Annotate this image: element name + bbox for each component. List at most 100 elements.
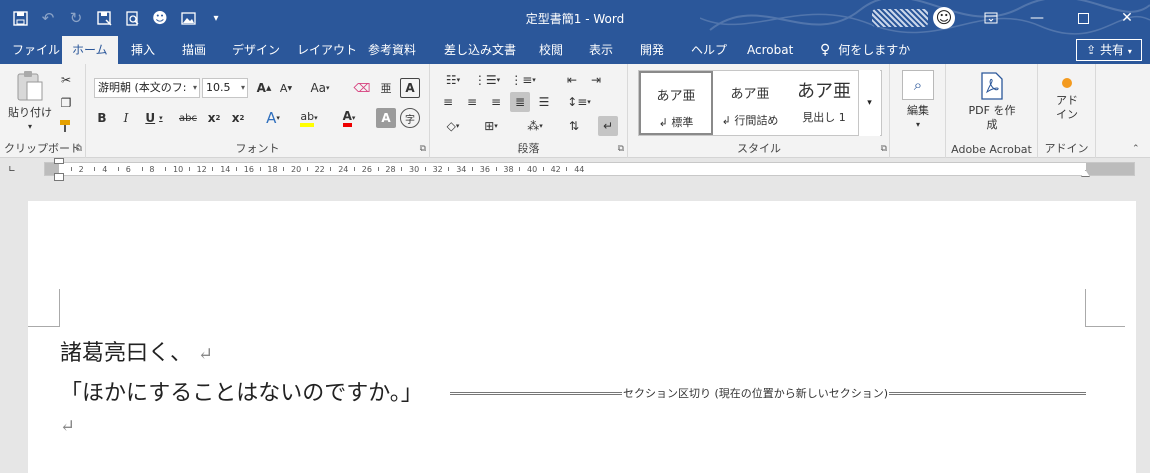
first-line-indent-marker[interactable] xyxy=(54,158,64,164)
cut-icon[interactable]: ✂ xyxy=(56,70,76,90)
tab-acrobat[interactable]: Acrobat xyxy=(737,36,803,64)
addin-button[interactable]: アドイン xyxy=(1052,78,1082,122)
tab-draw[interactable]: 描画 xyxy=(172,36,216,64)
line-2-text: 「ほかにすることはないのですか。」 xyxy=(60,381,423,406)
tab-insert[interactable]: 挿入 xyxy=(121,36,165,64)
ruler-tick-label: 14 xyxy=(220,165,231,174)
italic-icon[interactable]: I xyxy=(116,108,136,128)
numbering-icon[interactable]: ⋮☰ ▾ xyxy=(472,70,502,90)
show-formatting-marks-icon[interactable]: ↵ xyxy=(598,116,618,136)
styles-group-label: スタイル xyxy=(737,142,781,155)
minimize-icon[interactable]: — xyxy=(1014,0,1060,36)
ruler-tick-mark xyxy=(306,167,308,171)
addin-group: アドイン アドイン xyxy=(1038,64,1096,158)
maximize-icon[interactable] xyxy=(1060,0,1106,36)
collapse-ribbon-icon[interactable]: ⌃ xyxy=(1132,144,1140,154)
chevron-down-icon: ▾ xyxy=(27,122,32,131)
font-group-label: フォント xyxy=(235,142,280,155)
underline-icon[interactable]: U ▾ xyxy=(140,108,168,128)
borders-icon[interactable]: ⊞ ▾ xyxy=(476,116,506,136)
phonetic-guide-icon[interactable]: 亜 xyxy=(376,78,396,98)
distributed-icon[interactable]: ☰ xyxy=(534,92,554,112)
shading-icon[interactable]: ◇ ▾ xyxy=(438,116,468,136)
dialog-launcher-icon[interactable]: ⧉ xyxy=(881,144,887,154)
ruler-tick-label: 38 xyxy=(503,165,514,174)
tab-references[interactable]: 参考資料 xyxy=(358,36,426,64)
share-button[interactable]: ⇪ 共有 ▾ xyxy=(1076,39,1142,61)
tab-view[interactable]: 表示 xyxy=(579,36,623,64)
horizontal-ruler[interactable]: 2 4 6 8 10 12 14 16 18 20 22 24 26 28 30 32 34 36 38 40 42 44 xyxy=(44,158,1135,181)
tab-developer[interactable]: 開発 xyxy=(630,36,674,64)
decrease-indent-icon[interactable]: ⇤ xyxy=(562,70,582,90)
sort-icon[interactable]: ⇅ xyxy=(564,116,584,136)
change-case-icon[interactable]: Aa ▾ xyxy=(304,78,336,98)
ruler-tick-mark xyxy=(401,167,403,171)
enclose-characters-icon[interactable]: 字 xyxy=(400,108,420,128)
tab-design[interactable]: デザイン xyxy=(222,36,290,64)
tab-file[interactable]: ファイル xyxy=(2,36,70,64)
document-line-3[interactable]: ↵ xyxy=(60,413,75,438)
bullets-icon[interactable]: ☷ ▾ xyxy=(438,70,468,90)
grow-font-icon[interactable]: A ▲ xyxy=(254,78,274,98)
subscript-icon[interactable]: x2 xyxy=(204,108,224,128)
document-line-1[interactable]: 諸葛亮曰く、 ↵ xyxy=(60,335,213,367)
ruler-tick-mark xyxy=(165,167,167,171)
tab-home[interactable]: ホーム xyxy=(62,36,118,64)
ribbon-display-icon[interactable] xyxy=(968,0,1014,36)
align-right-icon[interactable]: ≡ xyxy=(486,92,506,112)
tab-selector-icon[interactable]: ∟ xyxy=(6,164,18,176)
font-color-icon[interactable]: A ▾ xyxy=(334,108,364,128)
editing-button[interactable]: ⌕ 編集 ▾ xyxy=(898,70,938,132)
shrink-font-icon[interactable]: A ▼ xyxy=(276,78,296,98)
ruler-tick-mark xyxy=(542,167,544,171)
increase-indent-icon[interactable]: ⇥ xyxy=(586,70,606,90)
font-size-select[interactable]: 10.5 ▾ xyxy=(202,78,248,98)
format-painter-icon[interactable] xyxy=(56,116,76,136)
ruler-tick-mark xyxy=(188,167,190,171)
superscript-icon[interactable]: x2 xyxy=(228,108,248,128)
strikethrough-icon[interactable]: abc xyxy=(178,108,198,128)
font-name-select[interactable]: 游明朝 (本文のフ: ▾ xyxy=(94,78,200,98)
left-indent-marker[interactable] xyxy=(54,173,64,181)
dialog-launcher-icon[interactable]: ⧉ xyxy=(76,144,82,154)
character-shading-icon[interactable]: A xyxy=(376,108,396,128)
dialog-launcher-icon[interactable]: ⧉ xyxy=(618,144,624,154)
margin-corner-right xyxy=(1085,289,1125,327)
multilevel-list-icon[interactable]: ⋮≡ ▾ xyxy=(508,70,538,90)
user-avatar-icon[interactable]: ☺ xyxy=(933,7,955,29)
line-spacing-icon[interactable]: ↕≡ ▾ xyxy=(564,92,594,112)
character-border-icon[interactable]: A xyxy=(400,78,420,98)
bold-icon[interactable]: B xyxy=(92,108,112,128)
tab-review[interactable]: 校閲 xyxy=(529,36,573,64)
align-center-icon[interactable]: ≡ xyxy=(462,92,482,112)
justify-icon[interactable]: ≣ xyxy=(510,92,530,112)
asian-layout-icon[interactable]: ⁂ ▾ xyxy=(520,116,550,136)
clear-formatting-icon[interactable]: ⌫ xyxy=(352,78,372,98)
tab-layout[interactable]: レイアウト xyxy=(287,36,367,64)
document-area[interactable]: 諸葛亮曰く、 ↵ 「ほかにすることはないのですか。」 セクション区切り (現在の位… xyxy=(0,182,1150,473)
clipboard-group: 貼り付け ▾ ✂ ❐ クリップボード ⧉ xyxy=(0,64,86,158)
text-effects-icon[interactable]: A ▾ xyxy=(258,108,288,128)
ruler-tick-mark xyxy=(70,167,72,171)
tell-me-search[interactable]: ♀ 何をしますか xyxy=(820,36,910,64)
close-icon[interactable]: ✕ xyxy=(1104,0,1150,36)
create-pdf-button[interactable]: PDF を作成 xyxy=(966,72,1018,132)
ruler-tick-mark xyxy=(495,167,497,171)
editing-label: 編集 xyxy=(907,104,929,117)
copy-icon[interactable]: ❐ xyxy=(56,93,76,113)
ruler-tick-mark xyxy=(283,167,285,171)
styles-label-area: スタイル ⧉ xyxy=(628,64,890,158)
highlight-icon[interactable]: ab ▾ xyxy=(294,108,324,128)
align-left-icon[interactable]: ≡ xyxy=(438,92,458,112)
ruler-tick-label: 4 xyxy=(102,165,108,174)
ruler-tick-label: 32 xyxy=(432,165,443,174)
paste-button[interactable]: 貼り付け ▾ xyxy=(6,70,54,134)
user-name-blurred[interactable] xyxy=(872,9,928,27)
dialog-launcher-icon[interactable]: ⧉ xyxy=(420,144,426,154)
ruler-tick-mark xyxy=(330,167,332,171)
document-line-2[interactable]: 「ほかにすることはないのですか。」 xyxy=(60,375,423,407)
tab-mailings[interactable]: 差し込み文書 xyxy=(434,36,526,64)
document-page[interactable]: 諸葛亮曰く、 ↵ 「ほかにすることはないのですか。」 セクション区切り (現在の位… xyxy=(28,201,1136,473)
tab-help[interactable]: ヘルプ xyxy=(681,36,737,64)
ruler-tick-mark xyxy=(141,167,143,171)
